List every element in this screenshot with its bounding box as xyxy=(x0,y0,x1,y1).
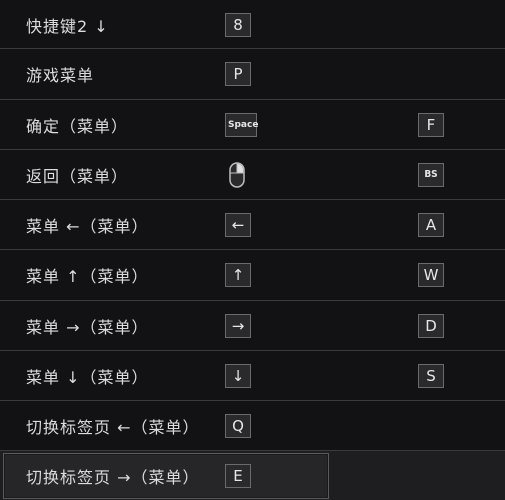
primary-key-button[interactable]: Space xyxy=(225,112,258,137)
secondary-key-button[interactable]: BS xyxy=(418,162,444,187)
primary-key-button[interactable]: ↑ xyxy=(225,262,251,287)
action-label: 切换标签页 ←（菜单） xyxy=(26,417,200,437)
primary-key-button[interactable]: 8 xyxy=(225,13,251,37)
keybinding-row[interactable]: 菜单 →（菜单） → D xyxy=(0,300,505,350)
keybinding-row[interactable]: 菜单 ←（菜单） ← A xyxy=(0,199,505,249)
keybinding-row[interactable]: 菜单 ↓（菜单） ↓ S xyxy=(0,350,505,400)
keybinding-row[interactable]: 确定（菜单） Space F xyxy=(0,99,505,149)
secondary-key-button[interactable]: A xyxy=(418,212,444,237)
mouse-right-click-icon[interactable] xyxy=(229,161,245,188)
keybinding-row[interactable]: 切换标签页 ←（菜单） Q xyxy=(0,400,505,450)
action-label: 菜单 ↑（菜单） xyxy=(26,266,149,286)
secondary-key-button[interactable]: W xyxy=(418,262,444,287)
secondary-key-button[interactable]: D xyxy=(418,313,444,338)
action-label: 返回（菜单） xyxy=(26,166,129,186)
keybinding-row[interactable]: 游戏菜单 P xyxy=(0,48,505,99)
keybinding-row-selected[interactable]: 切换标签页 →（菜单） E xyxy=(0,450,505,500)
keybinding-row[interactable]: 菜单 ↑（菜单） ↑ W xyxy=(0,249,505,299)
primary-key-button[interactable]: P xyxy=(225,62,251,86)
primary-key-button[interactable]: ← xyxy=(225,212,251,237)
action-label: 菜单 →（菜单） xyxy=(26,317,149,337)
keybinding-row[interactable]: 返回（菜单） BS xyxy=(0,149,505,199)
action-label: 菜单 ↓（菜单） xyxy=(26,367,149,387)
primary-key-button[interactable]: ↓ xyxy=(225,363,251,388)
secondary-key-button[interactable]: S xyxy=(418,363,444,388)
keybinding-list: 快捷键2 ↓ 8 游戏菜单 P 确定（菜单） Space F 返回（菜单） BS… xyxy=(0,0,505,500)
keybinding-row[interactable]: 快捷键2 ↓ 8 xyxy=(0,0,505,50)
action-label: 确定（菜单） xyxy=(26,116,129,136)
action-label: 切换标签页 →（菜单） xyxy=(26,467,200,487)
secondary-key-button[interactable]: F xyxy=(418,112,444,137)
primary-key-button[interactable]: Q xyxy=(225,413,251,438)
action-label: 游戏菜单 xyxy=(26,66,95,85)
action-label: 菜单 ←（菜单） xyxy=(26,216,149,236)
primary-key-button[interactable]: → xyxy=(225,313,251,338)
action-label: 快捷键2 ↓ xyxy=(26,17,109,36)
primary-key-button[interactable]: E xyxy=(225,463,251,488)
